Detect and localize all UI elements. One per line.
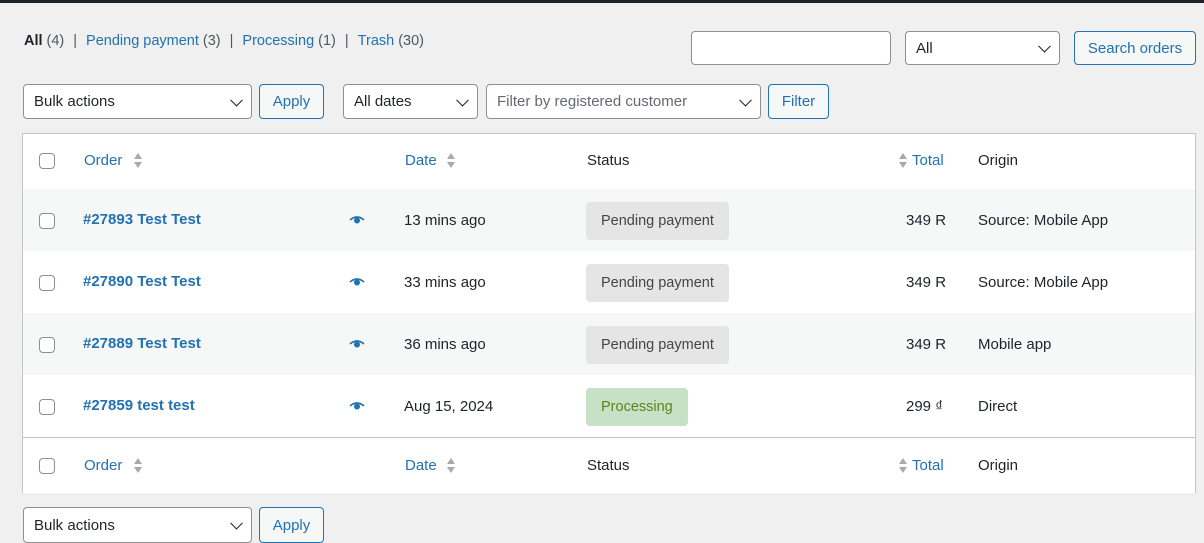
chevron-down-icon xyxy=(230,93,243,107)
view-trash-link[interactable]: Trash xyxy=(358,33,395,49)
table-header: Order Date Status Total Origin xyxy=(23,134,1195,190)
separator: | xyxy=(73,33,78,49)
order-views: All (4) | Pending payment (3) | Processi… xyxy=(24,33,424,49)
separator: | xyxy=(229,33,234,49)
bulk-actions-value: Bulk actions xyxy=(34,93,115,110)
bulk-actions-select[interactable]: Bulk actions xyxy=(23,84,252,119)
status-badge: Pending payment xyxy=(586,264,729,302)
view-processing-link[interactable]: Processing xyxy=(242,33,314,49)
eye-icon[interactable] xyxy=(349,277,365,287)
column-order-sort[interactable]: Order xyxy=(84,152,122,169)
column-date-sort[interactable]: Date xyxy=(405,457,437,474)
order-link[interactable]: #27893 Test Test xyxy=(83,211,201,228)
customer-filter-select[interactable]: Filter by registered customer xyxy=(486,84,761,119)
customer-filter-placeholder: Filter by registered customer xyxy=(497,93,688,110)
column-date-sort[interactable]: Date xyxy=(405,152,437,169)
order-total: 299 ₫ xyxy=(906,398,943,415)
order-total: 349 R xyxy=(906,212,947,229)
chevron-down-icon xyxy=(1038,39,1051,53)
order-origin: Direct xyxy=(978,398,1018,415)
column-total-sort[interactable]: Total xyxy=(912,152,944,169)
column-status: Status xyxy=(587,457,630,474)
dates-select[interactable]: All dates xyxy=(343,84,478,119)
view-all-count: (4) xyxy=(46,33,65,49)
filter-button[interactable]: Filter xyxy=(768,84,829,119)
table-row[interactable]: #27893 Test Test 13 mins ago Pending pay… xyxy=(23,189,1195,251)
table-row[interactable]: #27890 Test Test 33 mins ago Pending pay… xyxy=(23,251,1195,313)
sort-arrows-icon xyxy=(133,458,143,474)
order-link[interactable]: #27889 Test Test xyxy=(83,335,201,352)
view-processing-count: (1) xyxy=(318,33,336,49)
status-badge: Pending payment xyxy=(586,326,729,364)
view-all-link[interactable]: All xyxy=(24,33,43,49)
search-orders-button[interactable]: Search orders xyxy=(1074,31,1196,65)
status-select[interactable]: All xyxy=(905,31,1060,65)
search-input[interactable] xyxy=(691,31,891,65)
table-row[interactable]: #27889 Test Test 36 mins ago Pending pay… xyxy=(23,313,1195,375)
sort-arrows-icon xyxy=(898,153,908,169)
chevron-down-icon xyxy=(456,93,469,107)
order-origin: Source: Mobile App xyxy=(978,212,1109,229)
chevron-down-icon xyxy=(739,93,752,107)
bulk-actions-value: Bulk actions xyxy=(34,516,115,534)
orders-table: Order Date Status Total Origin #27893 Te… xyxy=(22,133,1196,493)
sort-arrows-icon xyxy=(133,153,143,169)
view-pending-count: (3) xyxy=(202,33,221,49)
column-origin: Origin xyxy=(978,152,1019,169)
order-date: 33 mins ago xyxy=(404,274,486,291)
column-total-sort[interactable]: Total xyxy=(912,457,944,474)
row-checkbox[interactable] xyxy=(39,399,55,415)
view-pending-link[interactable]: Pending payment xyxy=(86,33,199,49)
apply-button[interactable]: Apply xyxy=(259,84,324,119)
row-checkbox[interactable] xyxy=(39,275,55,291)
table-row[interactable]: #27859 test test Aug 15, 2024 Processing… xyxy=(23,375,1195,437)
order-date: 36 mins ago xyxy=(404,336,486,353)
separator: | xyxy=(344,33,349,49)
order-link[interactable]: #27859 test test xyxy=(83,397,195,414)
column-origin: Origin xyxy=(978,457,1019,474)
chevron-down-icon xyxy=(230,516,243,530)
order-origin: Mobile app xyxy=(978,336,1052,353)
table-footer: Order Date Status Total Origin xyxy=(23,437,1195,493)
row-checkbox[interactable] xyxy=(39,213,55,229)
dates-select-value: All dates xyxy=(354,93,412,110)
select-all-checkbox[interactable] xyxy=(39,458,55,474)
order-total: 349 R xyxy=(906,274,947,291)
sort-arrows-icon xyxy=(446,458,456,474)
eye-icon[interactable] xyxy=(349,339,365,349)
order-total: 349 R xyxy=(906,336,947,353)
order-origin: Source: Mobile App xyxy=(978,274,1109,291)
apply-button-bottom[interactable]: Apply xyxy=(259,507,324,543)
status-badge: Processing xyxy=(586,388,688,426)
column-status: Status xyxy=(587,152,630,169)
row-checkbox[interactable] xyxy=(39,337,55,353)
eye-icon[interactable] xyxy=(349,215,365,225)
eye-icon[interactable] xyxy=(349,401,365,411)
column-order-sort[interactable]: Order xyxy=(84,457,122,474)
status-badge: Pending payment xyxy=(586,202,729,240)
status-select-value: All xyxy=(916,39,933,57)
order-date: 13 mins ago xyxy=(404,212,486,229)
view-trash-count: (30) xyxy=(398,33,424,49)
order-link[interactable]: #27890 Test Test xyxy=(83,273,201,290)
sort-arrows-icon xyxy=(898,458,908,474)
sort-arrows-icon xyxy=(446,153,456,169)
bulk-actions-select-bottom[interactable]: Bulk actions xyxy=(23,507,252,543)
select-all-checkbox[interactable] xyxy=(39,153,55,169)
order-date: Aug 15, 2024 xyxy=(404,398,494,415)
